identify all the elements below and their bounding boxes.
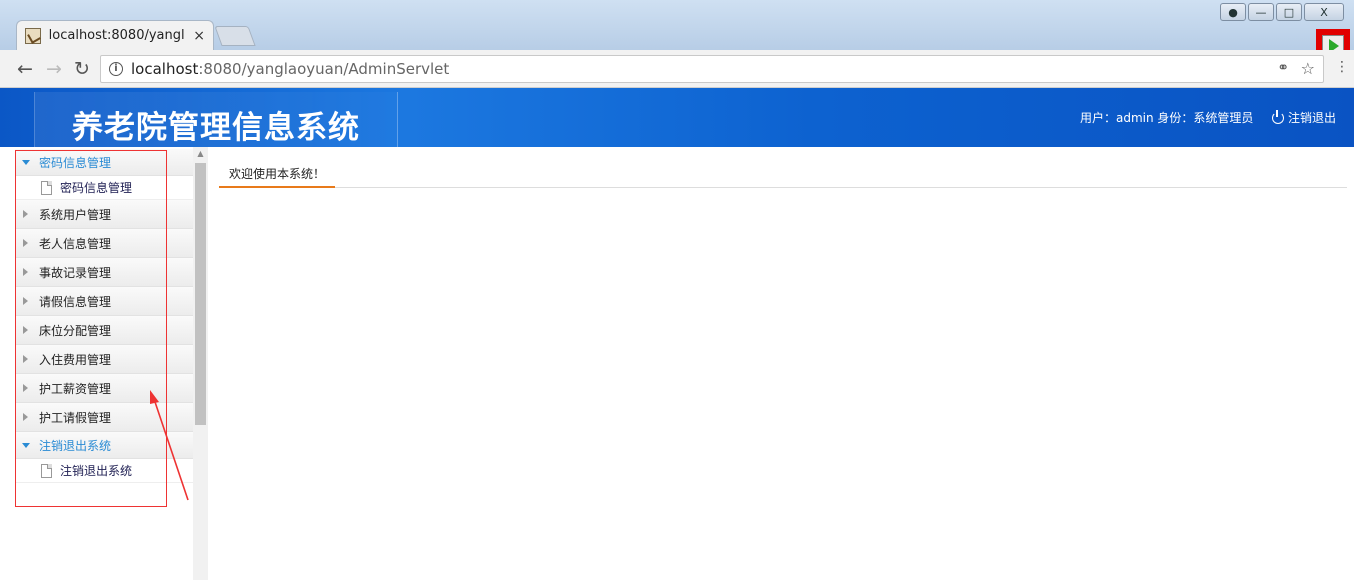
address-url: localhost:8080/yanglaoyuan/AdminServlet — [131, 60, 450, 78]
tab-close-icon[interactable]: × — [193, 28, 205, 44]
minimize-button[interactable]: — — [1248, 3, 1274, 21]
scrollbar-thumb[interactable] — [195, 163, 206, 425]
sidebar-section-label: 密码信息管理 — [39, 155, 112, 170]
maximize-button[interactable]: □ — [1276, 3, 1302, 21]
sidebar-section-elderly[interactable]: 老人信息管理 — [15, 229, 193, 258]
browser-titlebar: localhost:8080/yanglaoyuan/AdminServlet … — [0, 0, 1354, 50]
browser-tab[interactable]: localhost:8080/yanglaoyuan/AdminServlet … — [16, 20, 214, 50]
browser-tab-title: localhost:8080/yanglaoyuan/AdminServlet — [48, 28, 186, 43]
chevron-right-icon — [23, 239, 28, 247]
window-controls: ● — □ X — [1220, 3, 1344, 21]
logout-label: 注销退出 — [1288, 111, 1337, 125]
chevron-down-icon — [22, 442, 30, 448]
tab-welcome[interactable]: 欢迎使用本系统！ — [219, 161, 336, 188]
sidebar-section-label: 注销退出系统 — [39, 438, 112, 453]
sidebar-item-password[interactable]: 密码信息管理 — [15, 176, 193, 200]
key-icon[interactable]: ⚭ — [1277, 60, 1289, 76]
user-info: 用户：admin 身份：系统管理员 — [1080, 111, 1254, 125]
chevron-right-icon — [23, 268, 28, 276]
new-tab-button[interactable] — [214, 26, 256, 46]
app-title: 养老院管理信息系统 — [72, 110, 360, 146]
sidebar-section-salary[interactable]: 护工薪资管理 — [15, 374, 193, 403]
power-icon — [1272, 109, 1284, 124]
scroll-up-icon[interactable]: ▲ — [193, 149, 208, 159]
document-icon — [41, 463, 52, 478]
logout-link[interactable]: 注销退出 — [1272, 109, 1336, 126]
sidebar-item-label: 密码信息管理 — [60, 181, 133, 195]
chevron-right-icon — [23, 384, 28, 392]
chevron-right-icon — [23, 210, 28, 218]
sidebar-section-beds[interactable]: 床位分配管理 — [15, 316, 193, 345]
window-close-button[interactable]: X — [1304, 3, 1344, 21]
sidebar-scrollbar[interactable]: ▲ — [193, 147, 208, 580]
sidebar: 密码信息管理 密码信息管理 系统用户管理 老人信息管理 事故记录管理 请假信息管… — [0, 147, 208, 580]
sidebar-item-logout[interactable]: 注销退出系统 — [15, 459, 193, 483]
sidebar-menu: 密码信息管理 密码信息管理 系统用户管理 老人信息管理 事故记录管理 请假信息管… — [15, 149, 193, 483]
sidebar-section-system-users[interactable]: 系统用户管理 — [15, 200, 193, 229]
back-arrow-icon[interactable]: ← — [17, 58, 33, 80]
user-profile-icon[interactable]: ● — [1220, 3, 1246, 21]
sidebar-section-caregiver-leave[interactable]: 护工请假管理 — [15, 403, 193, 432]
chevron-right-icon — [23, 355, 28, 363]
sidebar-section-label: 事故记录管理 — [39, 265, 112, 280]
sidebar-section-label: 床位分配管理 — [39, 323, 112, 338]
address-bar[interactable]: i localhost:8080/yanglaoyuan/AdminServle… — [100, 55, 1324, 83]
chevron-right-icon — [23, 326, 28, 334]
site-favicon-icon — [25, 27, 41, 44]
sidebar-section-label: 入住费用管理 — [39, 352, 112, 367]
chevron-down-icon — [22, 159, 30, 165]
sidebar-section-leave[interactable]: 请假信息管理 — [15, 287, 193, 316]
chevron-right-icon — [23, 413, 28, 421]
main-tabs: 欢迎使用本系统！ — [219, 161, 1347, 188]
chevron-right-icon — [23, 297, 28, 305]
sidebar-section-logout[interactable]: 注销退出系统 — [15, 432, 193, 459]
main-content: 欢迎使用本系统！ — [208, 147, 1354, 580]
browser-toolbar: ← → ↻ i localhost:8080/yanglaoyuan/Admin… — [0, 50, 1354, 88]
sidebar-section-label: 请假信息管理 — [39, 294, 112, 309]
document-icon — [41, 180, 52, 195]
forward-arrow-icon[interactable]: → — [46, 58, 62, 80]
sidebar-section-label: 老人信息管理 — [39, 236, 112, 251]
sidebar-section-label: 系统用户管理 — [39, 207, 112, 222]
sidebar-section-accidents[interactable]: 事故记录管理 — [15, 258, 193, 287]
sidebar-section-password[interactable]: 密码信息管理 — [15, 149, 193, 176]
bookmark-star-icon[interactable]: ☆ — [1301, 59, 1315, 78]
browser-menu-icon[interactable]: ⋮ — [1335, 59, 1349, 75]
sidebar-section-label: 护工请假管理 — [39, 410, 112, 425]
reload-icon[interactable]: ↻ — [74, 58, 90, 80]
app-header: 养老院管理信息系统 用户：admin 身份：系统管理员 注销退出 — [0, 88, 1354, 147]
sidebar-section-fees[interactable]: 入住费用管理 — [15, 345, 193, 374]
sidebar-section-label: 护工薪资管理 — [39, 381, 112, 396]
sidebar-item-label: 注销退出系统 — [60, 464, 133, 478]
site-info-icon[interactable]: i — [109, 62, 123, 76]
